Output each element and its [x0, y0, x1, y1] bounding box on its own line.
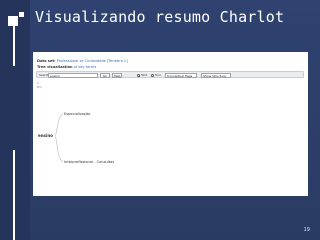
rail-square-small: [19, 12, 24, 17]
tree-graph: [54, 113, 64, 163]
rail-line-bottom: [13, 150, 15, 240]
rail-square-large: [8, 16, 18, 26]
tree-root-node[interactable]: ensino: [38, 133, 53, 138]
tree-child-top[interactable]: Especialização: [64, 112, 90, 116]
edge-root-bottom: [54, 135, 64, 163]
tree-child-bottom[interactable]: Interprofissional - Consultas: [64, 160, 114, 164]
slide-title: Visualizando resumo Charlot: [35, 8, 285, 26]
embedded-screenshot: Data set: Professional se Curiosidade [T…: [33, 52, 308, 196]
edge-root-top: [54, 113, 64, 137]
rail-line-top: [13, 24, 15, 66]
left-decorative-rail: [0, 0, 30, 240]
page-number: 19: [303, 227, 310, 233]
